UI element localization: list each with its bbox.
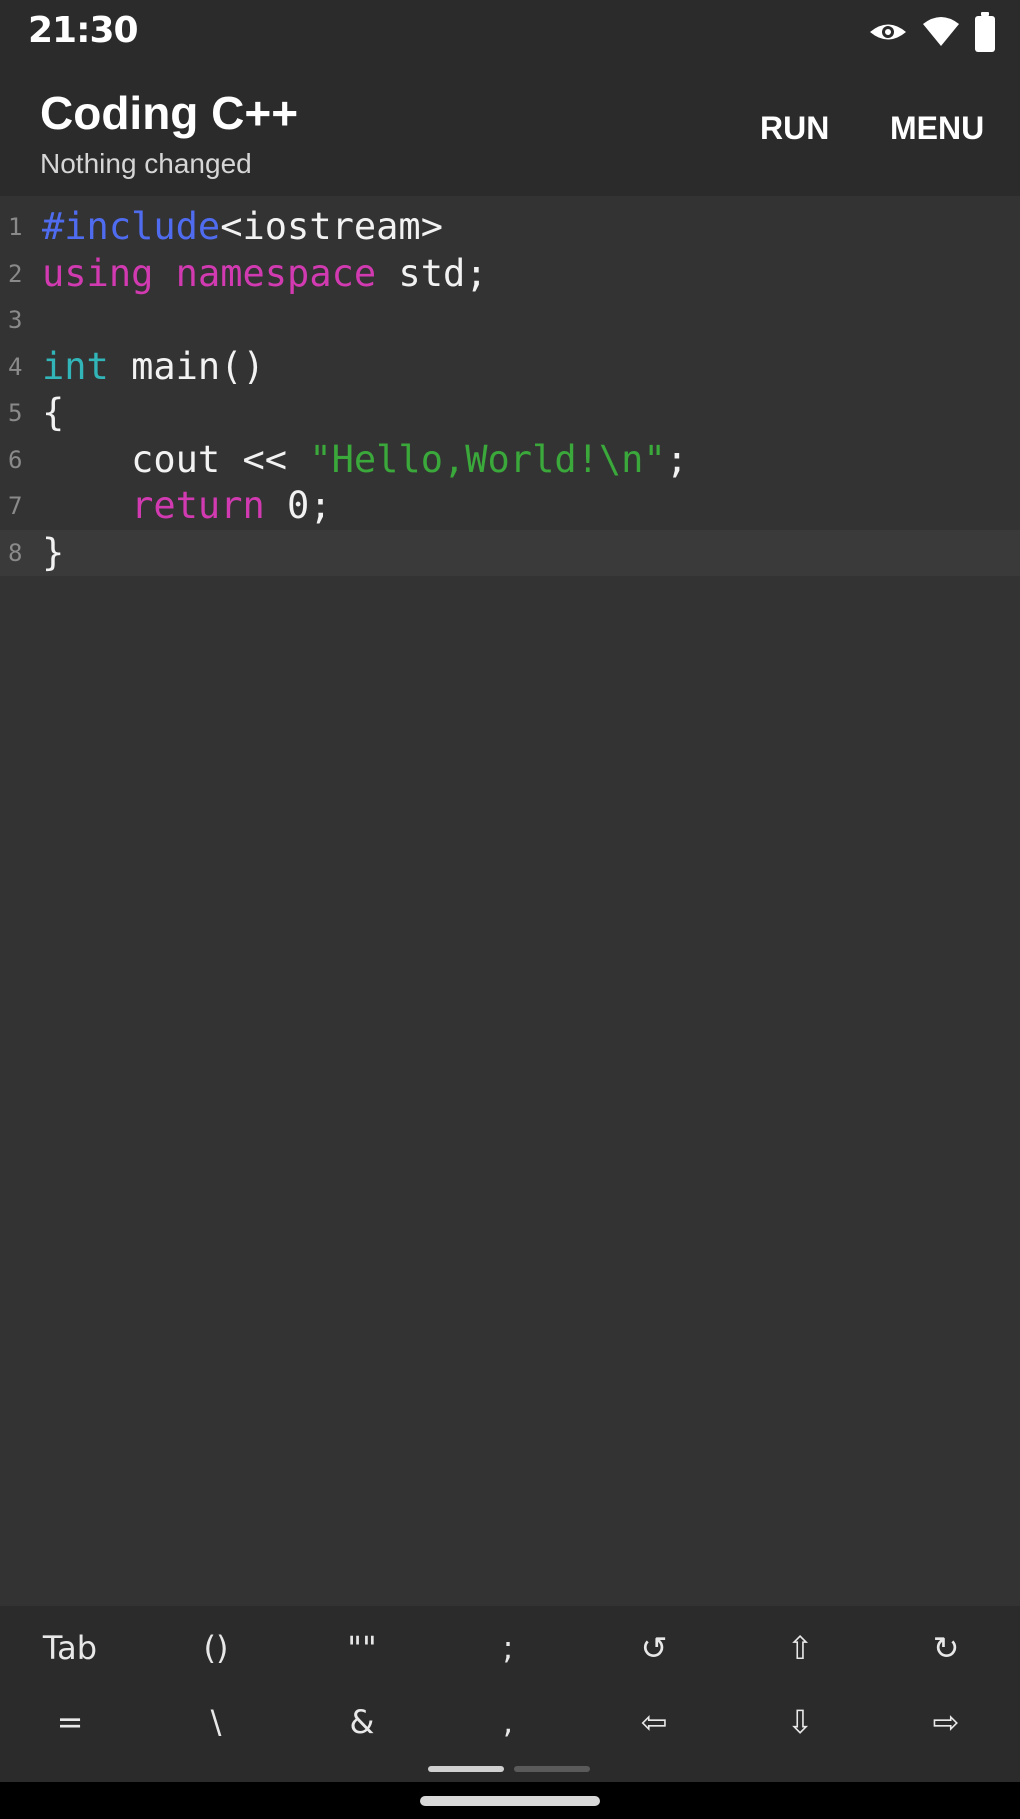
shortcut-key-bar: Tab () ""; ↺ ⇧ ↻ = \ &, ⇦ ⇩ ⇨: [0, 1606, 1020, 1782]
status-bar: 21:30: [0, 0, 1020, 66]
code-token: using: [42, 251, 154, 295]
undo-key[interactable]: ↺: [604, 1618, 704, 1678]
line-number: 4: [8, 352, 23, 381]
code-token: <iostream>: [220, 205, 443, 248]
code-text: return 0;: [42, 483, 332, 529]
home-gesture-handle[interactable]: [420, 1796, 600, 1806]
code-line[interactable]: 5{: [0, 390, 1020, 436]
code-token: #include: [42, 205, 221, 248]
equals-key[interactable]: =: [20, 1692, 120, 1752]
quotes-key[interactable]: "": [312, 1618, 412, 1678]
line-number: 6: [8, 445, 23, 474]
run-button[interactable]: RUN: [760, 110, 829, 147]
code-token: return: [131, 484, 265, 527]
line-number: 2: [8, 259, 23, 288]
file-status-subtitle: Nothing changed: [40, 148, 252, 179]
app-bar: Coding C++ Nothing changed RUN MENU: [0, 66, 1020, 196]
line-number: 1: [8, 213, 23, 241]
code-text: cout << "Hello,World!\n";: [42, 437, 688, 483]
code-line[interactable]: 3: [0, 297, 1020, 343]
semicolon-key[interactable]: ;: [458, 1618, 558, 1678]
battery-icon: [974, 12, 996, 52]
menu-button[interactable]: MENU: [890, 110, 984, 147]
code-line[interactable]: 8}: [0, 529, 1020, 576]
code-token: }: [42, 530, 65, 574]
app-title: Coding C++: [40, 87, 299, 139]
code-line[interactable]: 2 using namespace std;: [0, 251, 1020, 297]
redo-key[interactable]: ↻: [896, 1618, 996, 1678]
code-token: main(): [108, 344, 265, 388]
code-line[interactable]: 7 return 0;: [0, 483, 1020, 529]
eye-icon: [868, 17, 908, 47]
code-line[interactable]: 1 #include<iostream>: [0, 204, 1020, 250]
arrow-right-key[interactable]: ⇨: [896, 1692, 996, 1752]
code-token: ;: [665, 437, 689, 481]
code-token: std;: [376, 251, 488, 295]
status-time: 21:30: [28, 10, 139, 51]
status-icons: [868, 10, 996, 54]
page-indicator-active: [428, 1766, 504, 1772]
code-text: int main(): [42, 344, 265, 390]
parentheses-key[interactable]: (): [166, 1618, 266, 1678]
code-editor[interactable]: 1 #include<iostream> 2 using namespace std;…: [0, 196, 1020, 1606]
code-text: {: [42, 390, 64, 436]
shift-up-key[interactable]: ⇧: [750, 1618, 850, 1678]
code-text: using namespace std;: [42, 251, 488, 297]
code-token: {: [42, 391, 65, 434]
code-text: }: [42, 530, 64, 576]
code-line[interactable]: 4 int main(): [0, 344, 1020, 390]
line-number: 7: [8, 492, 23, 520]
comma-key[interactable]: ,: [458, 1692, 558, 1752]
line-number: 8: [8, 538, 23, 567]
line-number: 3: [8, 306, 23, 334]
page-indicator-inactive: [514, 1766, 590, 1772]
arrow-left-key[interactable]: ⇦: [604, 1692, 704, 1752]
wifi-icon: [922, 16, 960, 48]
arrow-down-key[interactable]: ⇩: [750, 1692, 850, 1752]
code-line[interactable]: 6 cout << "Hello,World!\n";: [0, 437, 1020, 483]
tab-key[interactable]: Tab: [20, 1618, 120, 1678]
code-token: cout <<: [42, 437, 310, 481]
line-number: 5: [8, 399, 23, 427]
ampersand-key[interactable]: &: [312, 1692, 412, 1752]
code-token: int: [42, 344, 109, 388]
backslash-key[interactable]: \: [166, 1692, 266, 1752]
code-token: "Hello,World!\n": [309, 437, 666, 481]
code-text: #include<iostream>: [42, 204, 443, 250]
system-navigation-bar: [0, 1782, 1020, 1819]
code-token: 0;: [264, 484, 332, 527]
code-token: namespace: [175, 251, 377, 295]
